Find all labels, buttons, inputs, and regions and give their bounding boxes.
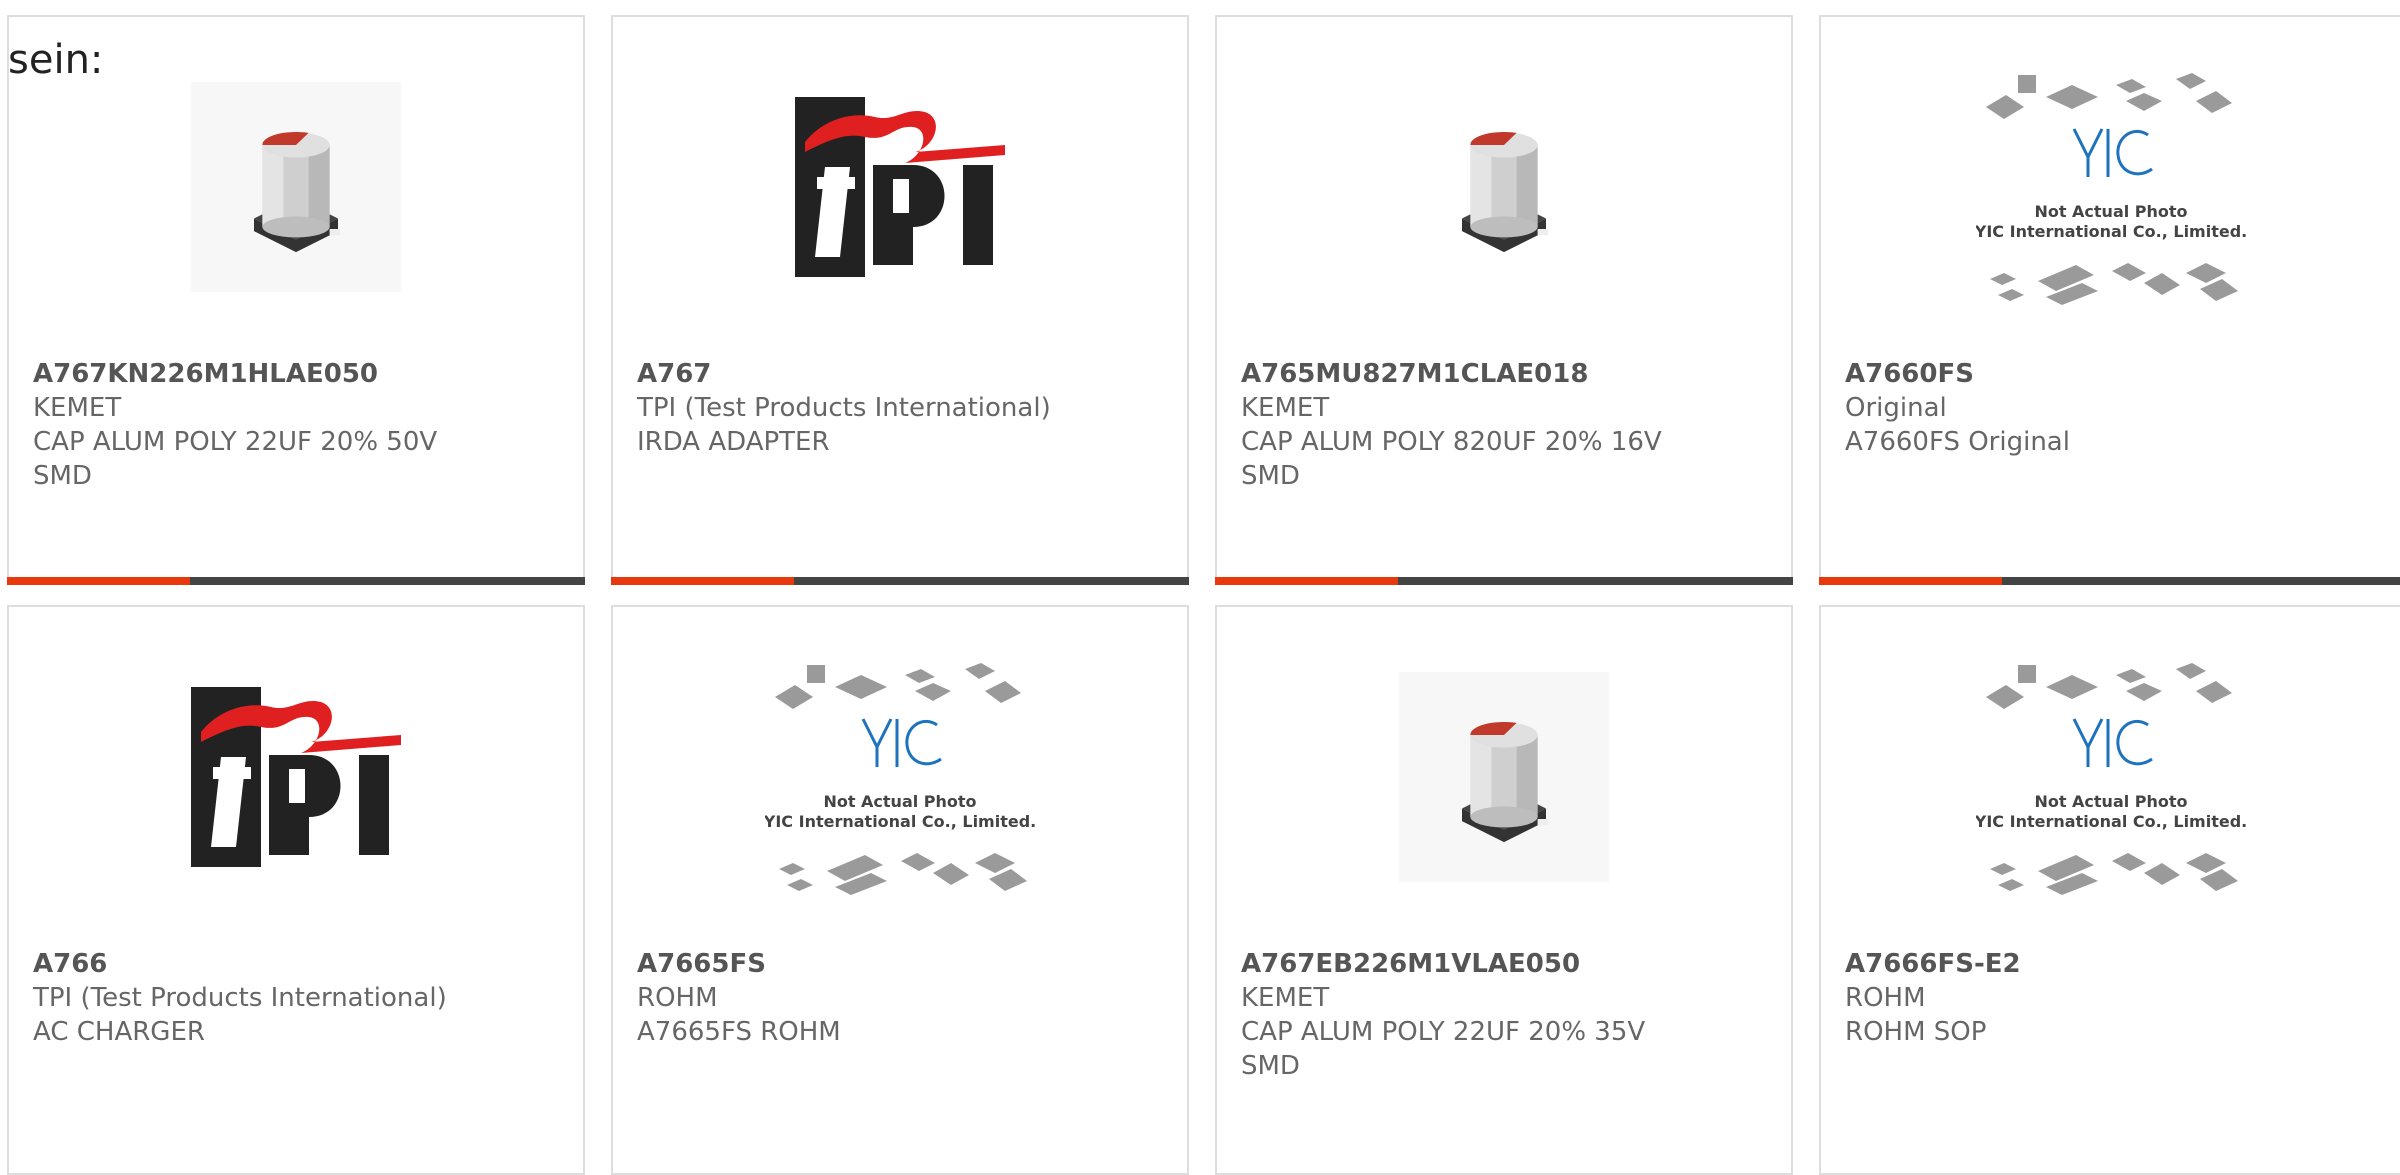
card-bar bbox=[1215, 577, 1793, 585]
yic-placeholder-image[interactable]: Not Actual Photo YIC International Co., … bbox=[1821, 73, 2400, 305]
part-number[interactable]: A765MU827M1CLAE018 bbox=[1241, 357, 1775, 391]
part-number[interactable]: A767KN226M1HLAE050 bbox=[33, 357, 567, 391]
product-card[interactable]: Not Actual Photo YIC International Co., … bbox=[611, 605, 1189, 1175]
tpi-logo[interactable] bbox=[9, 667, 583, 887]
description: ROHM SOP bbox=[1845, 1017, 1987, 1047]
part-number[interactable]: A767 bbox=[637, 357, 1171, 391]
description: A7665FS ROHM bbox=[637, 1017, 841, 1047]
product-card[interactable]: A767 TPI (Test Products International) I… bbox=[611, 15, 1189, 585]
part-number[interactable]: A766 bbox=[33, 947, 567, 981]
svg-text:Not Actual Photo: Not Actual Photo bbox=[2034, 792, 2187, 811]
capacitor-image[interactable] bbox=[1217, 77, 1791, 297]
svg-text:Not Actual Photo: Not Actual Photo bbox=[823, 792, 976, 811]
product-card[interactable]: Not Actual Photo YIC International Co., … bbox=[1819, 15, 2400, 585]
manufacturer: ROHM bbox=[1845, 983, 1926, 1013]
svg-text:YIC International Co., Limited: YIC International Co., Limited. bbox=[1976, 222, 2246, 241]
card-bar bbox=[7, 577, 585, 585]
tpi-logo[interactable] bbox=[613, 77, 1187, 297]
svg-text:YIC International Co., Limited: YIC International Co., Limited. bbox=[1976, 812, 2246, 831]
product-card[interactable]: A767KN226M1HLAE050 KEMET CAP ALUM POLY 2… bbox=[7, 15, 585, 585]
manufacturer: TPI (Test Products International) bbox=[33, 983, 447, 1013]
capacitor-image[interactable] bbox=[9, 77, 583, 297]
manufacturer: Original bbox=[1845, 393, 1947, 423]
description: SMD bbox=[1241, 1051, 1300, 1081]
svg-text:Not Actual Photo: Not Actual Photo bbox=[2034, 202, 2187, 221]
manufacturer: KEMET bbox=[33, 393, 122, 423]
card-bar bbox=[1819, 577, 2400, 585]
part-number[interactable]: A7665FS bbox=[637, 947, 1171, 981]
manufacturer: KEMET bbox=[1241, 393, 1330, 423]
manufacturer: KEMET bbox=[1241, 983, 1330, 1013]
part-number[interactable]: A7660FS bbox=[1845, 357, 2384, 391]
description: CAP ALUM POLY 820UF 20% 16V bbox=[1241, 427, 1662, 457]
description: IRDA ADAPTER bbox=[637, 427, 830, 457]
product-card[interactable]: Not Actual Photo YIC International Co., … bbox=[1819, 605, 2400, 1175]
yic-placeholder-image[interactable]: Not Actual Photo YIC International Co., … bbox=[613, 663, 1187, 895]
capacitor-image[interactable] bbox=[1217, 667, 1791, 887]
manufacturer: TPI (Test Products International) bbox=[637, 393, 1051, 423]
svg-text:YIC International Co., Limited: YIC International Co., Limited. bbox=[765, 812, 1035, 831]
description: A7660FS Original bbox=[1845, 427, 2070, 457]
product-card[interactable]: A766 TPI (Test Products International) A… bbox=[7, 605, 585, 1175]
part-number[interactable]: A7666FS-E2 bbox=[1845, 947, 2384, 981]
yic-placeholder-image[interactable]: Not Actual Photo YIC International Co., … bbox=[1821, 663, 2400, 895]
description: SMD bbox=[33, 461, 92, 491]
description: AC CHARGER bbox=[33, 1017, 205, 1047]
description: SMD bbox=[1241, 461, 1300, 491]
card-bar bbox=[611, 577, 1189, 585]
product-card[interactable]: A765MU827M1CLAE018 KEMET CAP ALUM POLY 8… bbox=[1215, 15, 1793, 585]
part-number[interactable]: A767EB226M1VLAE050 bbox=[1241, 947, 1775, 981]
manufacturer: ROHM bbox=[637, 983, 718, 1013]
description: CAP ALUM POLY 22UF 20% 35V bbox=[1241, 1017, 1646, 1047]
description: CAP ALUM POLY 22UF 20% 50V bbox=[33, 427, 438, 457]
product-card[interactable]: A767EB226M1VLAE050 KEMET CAP ALUM POLY 2… bbox=[1215, 605, 1793, 1175]
intro-text: sein: bbox=[8, 37, 104, 83]
